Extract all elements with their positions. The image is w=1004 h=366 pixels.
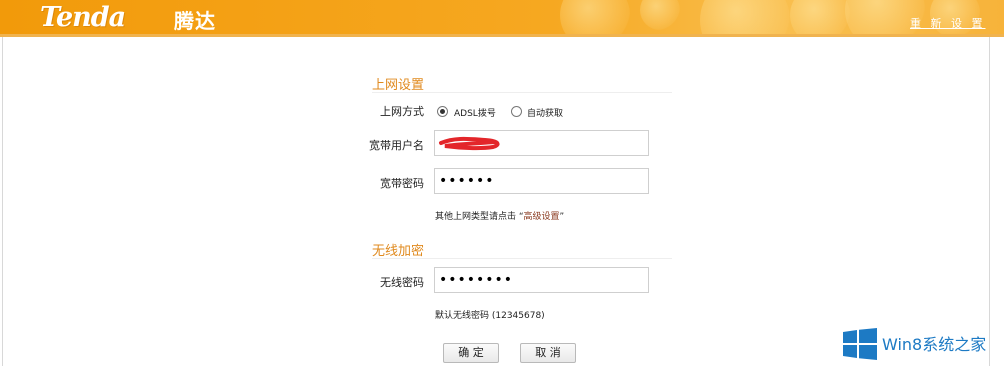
advanced-hint-prefix: 其他上网类型请点击 “ (435, 212, 524, 222)
advanced-hint-suffix: ” (559, 212, 565, 222)
wireless-password-label: 无线密码 (380, 276, 424, 289)
confirm-button[interactable]: 确 定 (443, 343, 499, 363)
advanced-hint: 其他上网类型请点击 “高级设置” (435, 209, 564, 222)
decorative-bubble (560, 0, 630, 34)
password-label: 宽带密码 (380, 177, 424, 190)
adsl-radio-label[interactable]: ADSL拨号 (454, 106, 496, 119)
decorative-bubble (790, 0, 850, 34)
default-password-hint: 默认无线密码 (12345678) (435, 311, 545, 321)
section-divider (372, 258, 672, 259)
brand-logo: Tenda (40, 2, 126, 33)
header-bar: Tenda 腾达 重 新 设 置 (0, 0, 1004, 34)
wireless-password-input[interactable]: •••••••• (434, 267, 649, 293)
cancel-button[interactable]: 取 消 (520, 343, 576, 363)
advanced-settings-link[interactable]: 高级设置 (524, 212, 560, 222)
broadband-password-input[interactable]: •••••• (434, 168, 649, 194)
wireless-section-title: 无线加密 (372, 244, 425, 259)
decorative-bubble (640, 0, 680, 30)
reset-settings-link[interactable]: 重 新 设 置 (910, 15, 986, 31)
watermark-text: Win8系统之家 (882, 335, 987, 354)
username-input[interactable] (434, 130, 649, 156)
right-border (989, 37, 990, 366)
brand-logo-cn: 腾达 (174, 9, 216, 33)
mode-label: 上网方式 (380, 105, 424, 118)
left-border (2, 37, 3, 366)
adsl-radio[interactable] (437, 106, 448, 117)
windows-logo-icon (843, 328, 877, 360)
username-label: 宽带用户名 (369, 139, 424, 152)
redaction-scribble (439, 136, 500, 151)
header-underline (0, 34, 1004, 37)
internet-section-title: 上网设置 (372, 78, 425, 93)
decorative-bubble (700, 0, 790, 34)
section-divider (372, 92, 672, 93)
auto-radio-label[interactable]: 自动获取 (527, 106, 563, 119)
auto-radio[interactable] (511, 106, 522, 117)
